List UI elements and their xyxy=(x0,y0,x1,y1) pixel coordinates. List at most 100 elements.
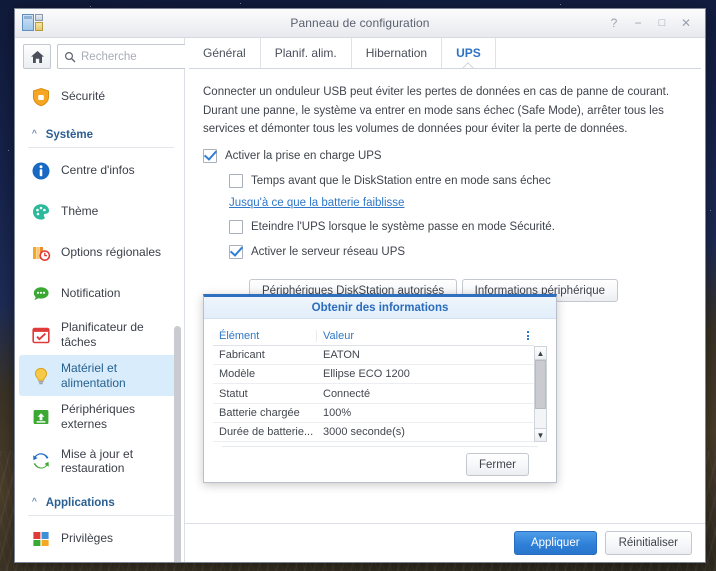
checkbox-row-safe-mode-delay[interactable]: Temps avant que le DiskStation entre en … xyxy=(229,174,687,189)
sidebar-group-applications[interactable]: ^ Applications xyxy=(19,487,180,513)
cell-value: Ellipse ECO 1200 xyxy=(323,368,410,381)
palette-icon xyxy=(30,201,52,223)
sidebar-item-label: Centre d'infos xyxy=(61,163,135,178)
sidebar-item-mise-a-jour-et-restauration[interactable]: Mise à jour et restauration xyxy=(19,437,180,485)
sidebar-divider xyxy=(28,515,174,516)
sidebar-item-label: Matériel et alimentation xyxy=(61,361,126,390)
table-scrollbar[interactable]: ▲ ▼ xyxy=(534,346,547,442)
tab-label: Hibernation xyxy=(365,46,428,60)
control-panel-window: Panneau de configuration ? − □ ✕ Recherc… xyxy=(14,8,706,563)
table-row[interactable]: Modèle Ellipse ECO 1200 xyxy=(213,365,534,385)
scrollbar-track[interactable] xyxy=(534,360,547,428)
reset-button[interactable]: Réinitialiser xyxy=(604,531,692,555)
checkbox-enable-network-server[interactable] xyxy=(229,245,243,259)
checkbox-row-shutdown-ups[interactable]: Eteindre l'UPS lorsque le système passe … xyxy=(229,219,687,234)
tab-label: UPS xyxy=(456,46,481,60)
scroll-up-icon[interactable]: ▲ xyxy=(534,346,547,360)
sidebar-item-label: Privilèges xyxy=(61,531,114,546)
close-icon[interactable]: ✕ xyxy=(675,13,697,33)
sidebar-scrollbar[interactable] xyxy=(174,326,181,562)
scroll-down-icon[interactable]: ▼ xyxy=(534,428,547,442)
privileges-icon xyxy=(30,528,52,550)
tab-label: Planif. alim. xyxy=(274,46,337,60)
sidebar-item-securite[interactable]: Sécurité xyxy=(19,76,180,117)
sidebar-group-label: Applications xyxy=(45,497,115,509)
sidebar-group-systeme[interactable]: ^ Système xyxy=(19,119,180,145)
cell-value: EATON xyxy=(323,349,360,362)
sidebar-item-theme[interactable]: Thème xyxy=(19,191,180,232)
checkbox-row-enable-ups[interactable]: Activer la prise en charge UPS xyxy=(203,148,687,163)
apply-button[interactable]: Appliquer xyxy=(513,531,597,555)
battery-low-link[interactable]: Jusqu'à ce que la batterie faiblisse xyxy=(229,197,687,209)
search-icon xyxy=(64,51,76,62)
sidebar-item-planificateur-de-taches[interactable]: Planificateur de tâches xyxy=(19,314,180,355)
column-header-value[interactable]: Valeur xyxy=(317,330,522,342)
sidebar-item-portail-des-applications[interactable]: Portail des applications xyxy=(19,559,180,562)
tab-hibernation[interactable]: Hibernation xyxy=(352,38,443,68)
table-header-row: Élément Valeur xyxy=(213,326,534,346)
column-header-element[interactable]: Élément xyxy=(213,329,317,342)
scrollbar-thumb[interactable] xyxy=(535,360,546,409)
checkbox-label: Eteindre l'UPS lorsque le système passe … xyxy=(251,220,555,233)
checkbox-row-enable-network-server[interactable]: Activer le serveur réseau UPS xyxy=(229,245,687,259)
sidebar-item-label: Planificateur de tâches xyxy=(61,320,144,349)
sidebar-item-label: Options régionales xyxy=(61,245,162,260)
sidebar-item-privileges[interactable]: Privilèges xyxy=(19,518,180,559)
sidebar-item-options-regionales[interactable]: Options régionales xyxy=(19,232,180,273)
cell-value: Connecté xyxy=(323,387,371,400)
speech-bubble-icon xyxy=(30,283,52,305)
shield-icon xyxy=(30,86,52,108)
chevron-up-icon: ^ xyxy=(32,497,37,508)
cell-item: Batterie chargée xyxy=(219,406,300,419)
sidebar-items-list[interactable]: Sécurité ^ Système Centre d'infos Thème … xyxy=(15,76,184,562)
table-row[interactable]: Statut Connecté xyxy=(213,384,534,404)
help-icon[interactable]: ? xyxy=(603,13,625,33)
table-row[interactable]: Durée de batterie... 3000 seconde(s) xyxy=(213,423,534,443)
lightbulb-icon xyxy=(30,365,52,387)
external-device-icon xyxy=(30,406,52,428)
sidebar-item-centre-dinfos[interactable]: Centre d'infos xyxy=(19,150,180,191)
control-panel-icon xyxy=(22,13,44,33)
tab-ups[interactable]: UPS xyxy=(442,38,496,75)
checkbox-label: Activer la prise en charge UPS xyxy=(225,149,382,162)
sidebar-item-label: Sécurité xyxy=(61,89,106,104)
info-table: Élément Valeur Fabricant EATON Modèle El… xyxy=(213,326,534,443)
window-title-bar[interactable]: Panneau de configuration ? − □ ✕ xyxy=(15,9,705,38)
chevron-up-icon: ^ xyxy=(32,129,37,140)
regional-clock-icon xyxy=(30,242,52,264)
tab-planif-alim[interactable]: Planif. alim. xyxy=(261,38,352,68)
sidebar-item-materiel-et-alimentation[interactable]: Matériel et alimentation xyxy=(19,355,180,396)
table-row[interactable]: Batterie chargée 100% xyxy=(213,404,534,423)
maximize-icon[interactable]: □ xyxy=(651,13,673,33)
sidebar-scrollbar-thumb[interactable] xyxy=(174,326,181,562)
sidebar: Sécurité ^ Système Centre d'infos xyxy=(15,38,242,562)
ups-settings-panel: Connecter un onduleur USB peut éviter le… xyxy=(185,69,705,523)
sidebar-item-notification[interactable]: Notification xyxy=(19,273,180,314)
close-dialog-button[interactable]: Fermer xyxy=(465,453,529,476)
cell-item: Statut xyxy=(219,387,248,400)
cell-item: Durée de batterie... xyxy=(219,425,314,438)
window-controls: ? − □ ✕ xyxy=(603,13,705,33)
cell-value: 3000 seconde(s) xyxy=(323,425,405,438)
panel-footer: Appliquer Réinitialiser xyxy=(185,523,705,562)
table-row[interactable]: Fabricant EATON xyxy=(213,346,534,366)
dialog-footer: Fermer xyxy=(222,446,538,482)
sidebar-item-peripheriques-externes[interactable]: Périphériques externes xyxy=(19,396,180,437)
checkbox-safe-mode-delay[interactable] xyxy=(229,174,243,189)
checkbox-label: Activer le serveur réseau UPS xyxy=(251,246,406,258)
dialog-title: Obtenir des informations xyxy=(204,297,556,319)
device-information-dialog: Obtenir des informations Élément Valeur xyxy=(203,294,557,483)
sidebar-item-label: Mise à jour et restauration xyxy=(61,446,134,475)
checkbox-label: Temps avant que le DiskStation entre en … xyxy=(251,175,551,188)
sidebar-divider xyxy=(28,147,174,148)
home-icon[interactable] xyxy=(23,44,51,69)
tab-general[interactable]: Général xyxy=(189,38,261,68)
checkbox-enable-ups[interactable] xyxy=(203,148,217,163)
checkbox-shutdown-ups[interactable] xyxy=(229,219,243,234)
ups-intro-text: Connecter un onduleur USB peut éviter le… xyxy=(203,86,670,136)
more-vertical-icon[interactable] xyxy=(522,331,534,340)
sidebar-item-label: Notification xyxy=(61,286,121,301)
sidebar-group-label: Système xyxy=(45,129,94,141)
minimize-icon[interactable]: − xyxy=(627,13,649,33)
window-body: Sécurité ^ Système Centre d'infos xyxy=(15,38,705,562)
